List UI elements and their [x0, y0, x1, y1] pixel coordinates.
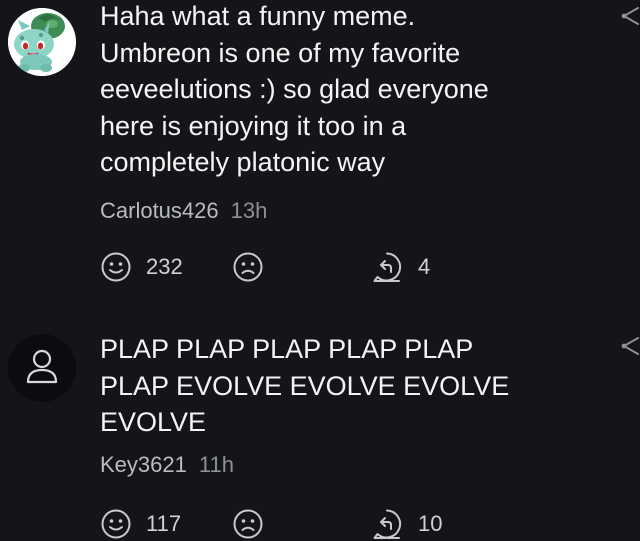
like-button[interactable]: 232 — [100, 250, 183, 284]
comment-actions: 232 4 — [100, 250, 570, 284]
frown-icon — [233, 252, 263, 282]
comment-author[interactable]: Key3621 — [100, 452, 187, 477]
bulbasaur-avatar[interactable] — [8, 8, 76, 76]
reply-button[interactable]: 10 — [370, 507, 442, 541]
reply-count: 4 — [418, 254, 431, 279]
dislike-button[interactable] — [232, 250, 264, 284]
bulbasaur-icon — [8, 8, 76, 76]
reply-count: 10 — [418, 511, 443, 536]
comment-text: Haha what a funny meme. Umbreon is one o… — [100, 1, 489, 177]
comment-text: PLAP PLAP PLAP PLAP PLAP PLAP EVOLVE EVO… — [100, 334, 510, 437]
like-count: 232 — [146, 254, 183, 279]
like-button[interactable]: 117 — [100, 507, 181, 541]
comment-meta: Carlotus426 13h — [100, 198, 267, 224]
share-icon — [621, 7, 639, 25]
reply-button[interactable]: 4 — [370, 250, 430, 284]
comment-author[interactable]: Carlotus426 — [100, 198, 219, 223]
comment-timestamp: 13h — [230, 198, 268, 223]
share-button[interactable] — [618, 334, 640, 358]
like-count: 117 — [146, 511, 182, 536]
user-icon — [26, 349, 58, 384]
share-icon — [621, 337, 639, 355]
frown-icon — [233, 509, 263, 539]
comment-timestamp: 11h — [198, 452, 234, 477]
comment-actions: 117 10 — [100, 507, 570, 541]
default-user-avatar[interactable] — [8, 334, 76, 402]
reply-icon — [373, 252, 402, 282]
share-button[interactable] — [618, 4, 640, 28]
reply-icon — [373, 509, 402, 539]
smile-icon — [101, 509, 131, 539]
dislike-button[interactable] — [232, 507, 264, 541]
comment-meta: Key3621 11h — [100, 452, 234, 478]
smile-icon — [101, 252, 131, 282]
